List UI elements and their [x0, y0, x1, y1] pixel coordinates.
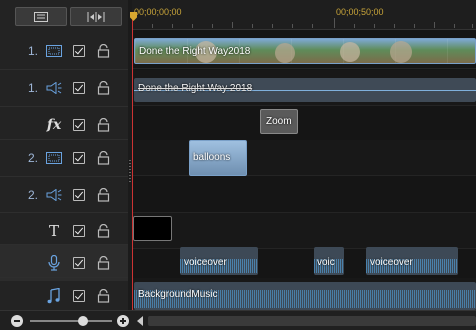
lane-audio-2[interactable]: [132, 177, 476, 213]
fx-icon: fx: [46, 117, 62, 133]
microphone-icon: [45, 255, 63, 271]
track-enable-checkbox[interactable]: [73, 189, 85, 201]
lane-voice[interactable]: voiceover voic voiceover: [132, 245, 476, 281]
lock-icon[interactable]: [97, 188, 110, 202]
track-header-voice[interactable]: [0, 245, 128, 281]
voice-clip[interactable]: voiceover: [180, 247, 258, 275]
track-header-audio-1[interactable]: 1.: [0, 70, 128, 106]
title-clip[interactable]: [133, 216, 172, 241]
video-clip[interactable]: Done the Right Way2018: [134, 38, 476, 64]
clip-label: BackgroundMusic: [138, 289, 218, 300]
music-clip[interactable]: BackgroundMusic: [134, 282, 476, 310]
track-header-music[interactable]: [0, 278, 128, 314]
zoom-out-icon[interactable]: [11, 315, 23, 327]
panel-splitter[interactable]: [129, 160, 131, 184]
clip-label: voiceover: [184, 257, 227, 268]
zoom-slider-thumb[interactable]: [78, 316, 88, 326]
clip-label: balloons: [193, 152, 231, 163]
track-header-video-1[interactable]: 1.: [0, 33, 128, 69]
lock-icon[interactable]: [97, 224, 110, 238]
lock-icon[interactable]: [97, 44, 110, 58]
timeline-bottom-bar: [0, 310, 476, 330]
track-header-effect[interactable]: fx: [0, 107, 128, 143]
track-enable-checkbox[interactable]: [73, 225, 85, 237]
lock-icon[interactable]: [97, 289, 110, 303]
lane-video-1[interactable]: Done the Right Way2018: [132, 33, 476, 69]
timeline-area[interactable]: 00;00;00;00 00;00;50;00 Done the Right W…: [132, 0, 476, 310]
track-header-panel: 1. 1. fx 2. 2. T: [0, 0, 128, 310]
lock-icon[interactable]: [97, 118, 110, 132]
audio-track-icon: [45, 80, 63, 96]
video-track-icon: [45, 150, 63, 166]
track-enable-checkbox[interactable]: [73, 119, 85, 131]
audio-clip[interactable]: Done the Right Way 2018: [134, 78, 476, 102]
ruler-timecode-start: 00;00;00;00: [134, 7, 182, 17]
lock-icon[interactable]: [97, 81, 110, 95]
effect-clip[interactable]: Zoom: [260, 109, 298, 134]
time-ruler[interactable]: 00;00;00;00 00;00;50;00: [132, 0, 476, 30]
clip-label: Zoom: [266, 116, 292, 127]
track-enable-checkbox[interactable]: [73, 257, 85, 269]
music-note-icon: [45, 288, 63, 304]
horizontal-scrollbar[interactable]: [148, 316, 476, 326]
video-clip[interactable]: balloons: [189, 140, 247, 176]
track-number: 2.: [27, 151, 38, 165]
storyboard-view-icon: [34, 11, 48, 22]
lock-icon[interactable]: [97, 256, 110, 270]
track-number: 1.: [27, 81, 38, 95]
lane-title[interactable]: [132, 213, 476, 249]
clip-label: Done the Right Way 2018: [138, 83, 253, 94]
track-enable-checkbox[interactable]: [73, 290, 85, 302]
clip-label: voic: [317, 257, 335, 268]
title-t-icon: T: [48, 222, 59, 240]
ruler-timecode-mid: 00;00;50;00: [336, 7, 384, 17]
lock-icon[interactable]: [97, 151, 110, 165]
lane-audio-1[interactable]: Done the Right Way 2018: [132, 70, 476, 106]
lane-video-2[interactable]: balloons: [132, 140, 476, 176]
track-number: 1.: [27, 44, 38, 58]
track-enable-checkbox[interactable]: [73, 152, 85, 164]
storyboard-view-button[interactable]: [15, 7, 67, 26]
track-header-audio-2[interactable]: 2.: [0, 177, 128, 213]
lane-music[interactable]: BackgroundMusic: [132, 278, 476, 310]
clip-label: voiceover: [370, 257, 413, 268]
zoom-slider[interactable]: [30, 320, 112, 322]
scroll-left-arrow-icon[interactable]: [137, 316, 143, 326]
zoom-in-icon[interactable]: [117, 315, 129, 327]
clip-label: Done the Right Way2018: [139, 46, 251, 57]
fit-timeline-button[interactable]: [70, 7, 122, 26]
track-enable-checkbox[interactable]: [73, 82, 85, 94]
playhead-line[interactable]: [132, 12, 133, 310]
voice-clip[interactable]: voiceover: [366, 247, 458, 275]
fit-timeline-icon: [87, 11, 105, 22]
track-number: 2.: [27, 188, 38, 202]
audio-track-icon: [45, 187, 63, 203]
voice-clip[interactable]: voic: [314, 247, 344, 275]
lane-effect[interactable]: Zoom: [132, 107, 476, 143]
track-header-video-2[interactable]: 2.: [0, 140, 128, 176]
track-enable-checkbox[interactable]: [73, 45, 85, 57]
video-track-icon: [45, 43, 63, 59]
